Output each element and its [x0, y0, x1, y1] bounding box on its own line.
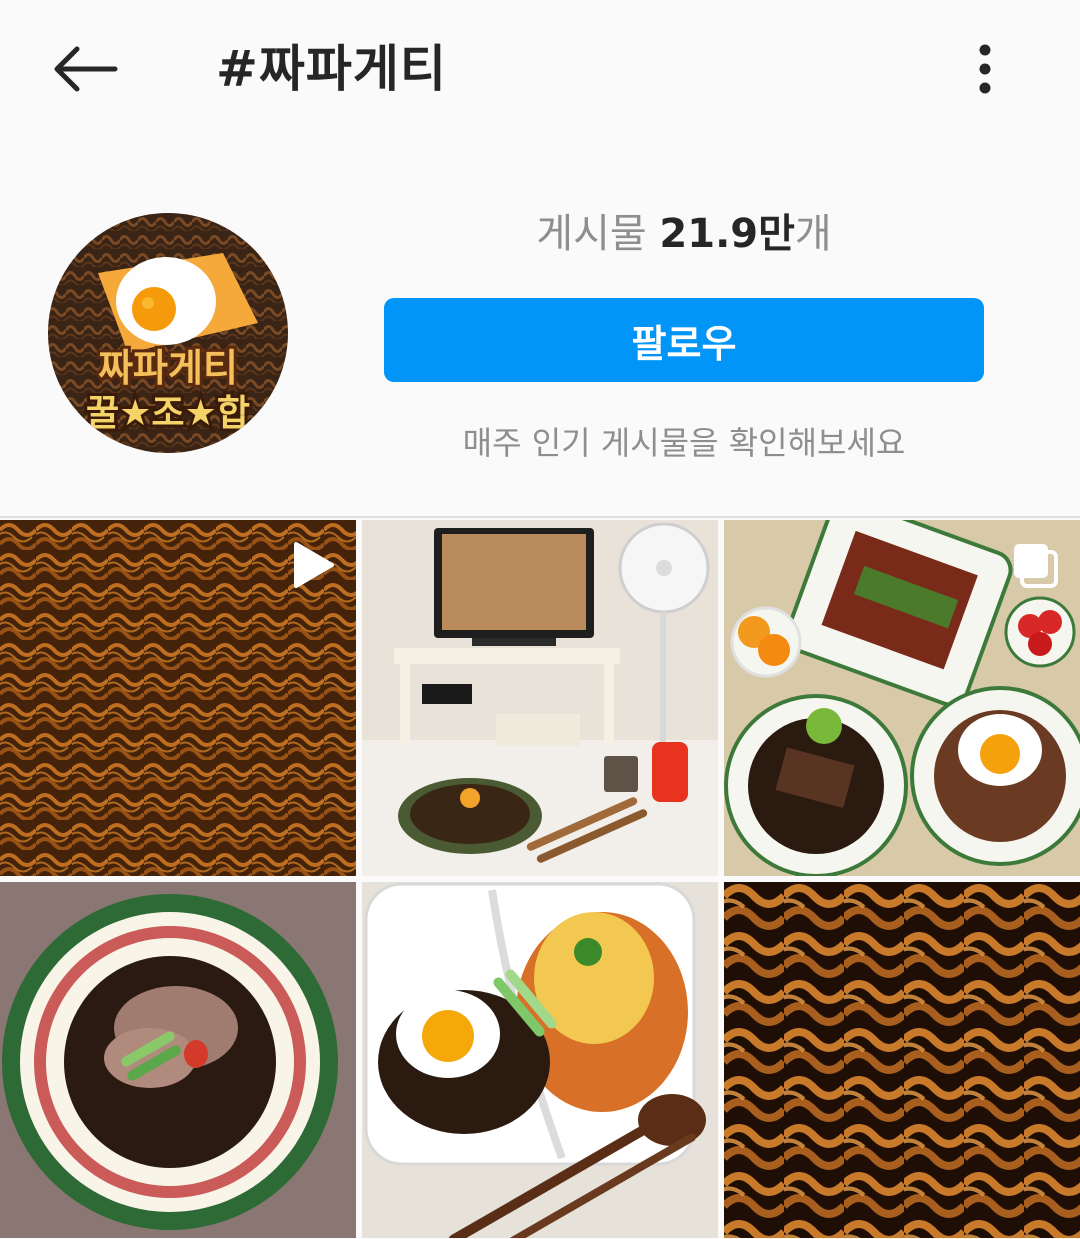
carousel-badge	[1010, 540, 1060, 590]
grid-post-2[interactable]	[362, 520, 718, 876]
carousel-icon	[1014, 544, 1058, 588]
avatar-text-line2: 꿀★조★합	[86, 393, 250, 434]
grid-post-5[interactable]	[362, 882, 718, 1238]
post-image-plate-meat	[0, 882, 356, 1238]
back-button[interactable]	[44, 36, 124, 102]
post-count-value: 21.9만	[659, 211, 795, 257]
grid-post-3[interactable]	[724, 520, 1080, 876]
top-bar: #짜파게티	[0, 0, 1080, 140]
weekly-top-posts-text: 매주 인기 게시물을 확인해보세요	[462, 424, 906, 462]
play-icon	[294, 542, 334, 588]
more-vertical-icon	[979, 44, 991, 94]
post-grid	[0, 520, 1080, 1239]
post-count-unit: 개	[794, 211, 832, 257]
grid-post-4[interactable]	[0, 882, 356, 1238]
follow-button[interactable]: 팔로우	[384, 298, 984, 382]
grid-post-1[interactable]	[0, 520, 356, 876]
arrow-left-icon	[54, 46, 118, 92]
post-count: 게시물 21.9만개	[384, 206, 984, 262]
post-count-label: 게시물	[536, 211, 647, 257]
video-badge	[290, 540, 336, 590]
post-image-thick-noodles	[724, 882, 1080, 1238]
divider	[0, 516, 1080, 518]
grid-post-6[interactable]	[724, 882, 1080, 1238]
more-options-button[interactable]	[956, 36, 1014, 102]
hashtag-avatar: 짜파게티 꿀★조★합	[48, 213, 288, 453]
page-title: #짜파게티	[216, 40, 447, 98]
avatar-text-line1: 짜파게티	[98, 346, 238, 390]
post-image-lunch-tray	[362, 882, 718, 1238]
post-image-room-tv	[362, 520, 718, 876]
